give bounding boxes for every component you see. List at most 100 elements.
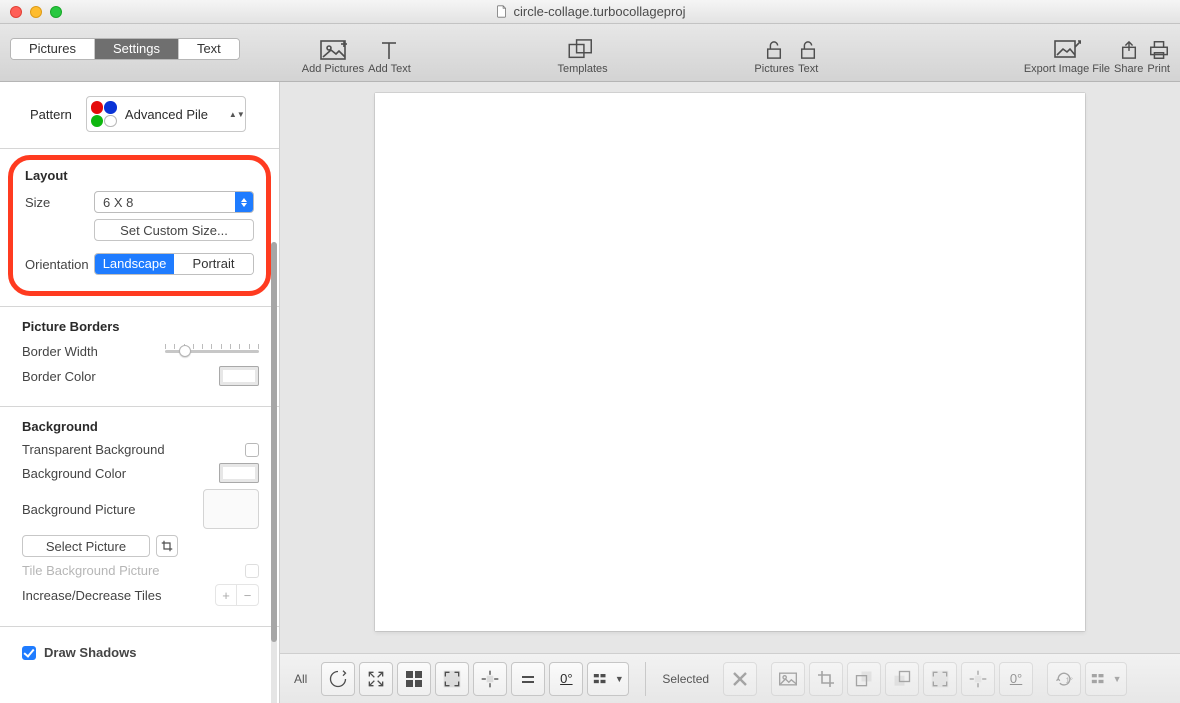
lock-open-icon [799,39,817,61]
shuffle-icon [328,669,348,689]
lock-text-label: Text [798,63,818,75]
sidebar-scrollbar[interactable] [271,242,277,703]
tab-pictures[interactable]: Pictures [11,39,95,59]
crop-bg-button[interactable] [156,535,178,557]
lock-pictures-button[interactable]: Pictures [754,37,794,75]
bg-picture-label: Background Picture [22,502,135,517]
add-pictures-button[interactable]: Add Pictures [302,37,364,75]
orientation-landscape[interactable]: Landscape [95,254,174,274]
tab-settings[interactable]: Settings [95,39,179,59]
add-text-label: Add Text [368,63,411,75]
bg-color-label: Background Color [22,466,126,481]
fill-button[interactable] [435,662,469,696]
fit-button[interactable] [359,662,393,696]
tile-bg-checkbox[interactable] [245,564,259,578]
export-button[interactable]: Export Image File [1024,37,1110,75]
print-button[interactable]: Print [1147,37,1170,75]
align-menu-icon [1091,671,1111,687]
border-color-label: Border Color [22,369,96,384]
document-icon [495,5,508,18]
add-text-button[interactable]: Add Text [368,37,411,75]
pattern-swatch-icon [91,101,117,127]
delete-button[interactable] [723,662,757,696]
share-icon [1120,39,1138,61]
left-tabs: Pictures Settings Text [10,38,240,60]
size-select[interactable]: 6 X 8 [94,191,254,213]
tiles-label: Increase/Decrease Tiles [22,588,161,603]
fill-icon [930,669,950,689]
transparent-bg-label: Transparent Background [22,442,165,457]
bg-picture-thumb[interactable] [203,489,259,529]
picture-icon [778,671,798,687]
export-icon [1053,39,1081,61]
orientation-label: Orientation [25,257,89,272]
center-button[interactable] [473,662,507,696]
size-value: 6 X 8 [103,195,133,210]
sel-picture-button[interactable] [771,662,805,696]
add-text-icon [379,39,399,61]
collage-canvas[interactable] [375,93,1085,631]
minimize-window[interactable] [30,6,42,18]
export-label: Export Image File [1024,63,1110,75]
border-color-swatch[interactable] [219,366,259,386]
layout-heading: Layout [25,168,254,183]
align-menu-button[interactable]: ▼ [587,662,629,696]
fullscreen-window[interactable] [50,6,62,18]
grid-icon [405,670,423,688]
tiles-decrease-button[interactable]: − [237,584,259,606]
lock-pictures-label: Pictures [754,63,794,75]
bottom-toolbar: All 0° ▼ Selected [280,653,1180,703]
border-width-slider[interactable] [165,342,259,360]
set-custom-size-button[interactable]: Set Custom Size... [94,219,254,241]
close-window[interactable] [10,6,22,18]
pattern-select[interactable]: Advanced Pile ▲▼ [86,96,246,132]
borders-heading: Picture Borders [22,319,259,334]
close-icon [731,670,749,688]
sel-crop-button[interactable] [809,662,843,696]
reset-rotation-button[interactable]: 0° [549,662,583,696]
tab-text[interactable]: Text [179,39,239,59]
shuffle-button[interactable] [321,662,355,696]
expand-icon [366,669,386,689]
select-caret-icon [235,192,253,212]
share-button[interactable]: Share [1114,37,1143,75]
print-label: Print [1147,63,1170,75]
picture-borders-section: Picture Borders Border Width Border Colo… [0,307,279,406]
center-icon [968,669,988,689]
lock-open-icon [765,39,783,61]
send-back-button[interactable] [885,662,919,696]
layout-highlight: Layout Size 6 X 8 Set Custom Size... Ori… [8,155,271,296]
draw-shadows-checkbox[interactable] [22,646,36,660]
window-title: circle-collage.turbocollageproj [514,4,686,19]
pattern-value: Advanced Pile [125,107,208,122]
equal-button[interactable] [511,662,545,696]
sel-reset-rotation-button[interactable]: 0° [999,662,1033,696]
bring-front-button[interactable] [847,662,881,696]
templates-icon [568,39,598,61]
bring-front-icon [854,669,874,689]
orientation-portrait[interactable]: Portrait [174,254,253,274]
templates-button[interactable]: Templates [558,37,608,75]
grid-button[interactable] [397,662,431,696]
orientation-segmented: Landscape Portrait [94,253,254,275]
select-picture-button[interactable]: Select Picture [22,535,150,557]
equal-icon [519,670,537,688]
canvas-area [280,82,1180,653]
select-caret-icon: ▲▼ [229,112,239,117]
sel-center-button[interactable] [961,662,995,696]
send-back-icon [892,669,912,689]
bg-color-swatch[interactable] [219,463,259,483]
lock-text-button[interactable]: Text [798,37,818,75]
sel-align-menu-button[interactable]: ▼ [1085,662,1127,696]
add-pictures-icon [319,39,347,61]
rotate-button[interactable]: 1° [1047,662,1081,696]
tiles-increase-button[interactable]: + [215,584,237,606]
align-menu-icon [593,671,613,687]
background-section: Background Transparent Background Backgr… [0,407,279,626]
pattern-label: Pattern [30,107,72,122]
tile-bg-label: Tile Background Picture [22,563,160,578]
selected-label: Selected [662,672,709,686]
all-tools: 0° ▼ [321,662,629,696]
transparent-bg-checkbox[interactable] [245,443,259,457]
sel-fill-button[interactable] [923,662,957,696]
